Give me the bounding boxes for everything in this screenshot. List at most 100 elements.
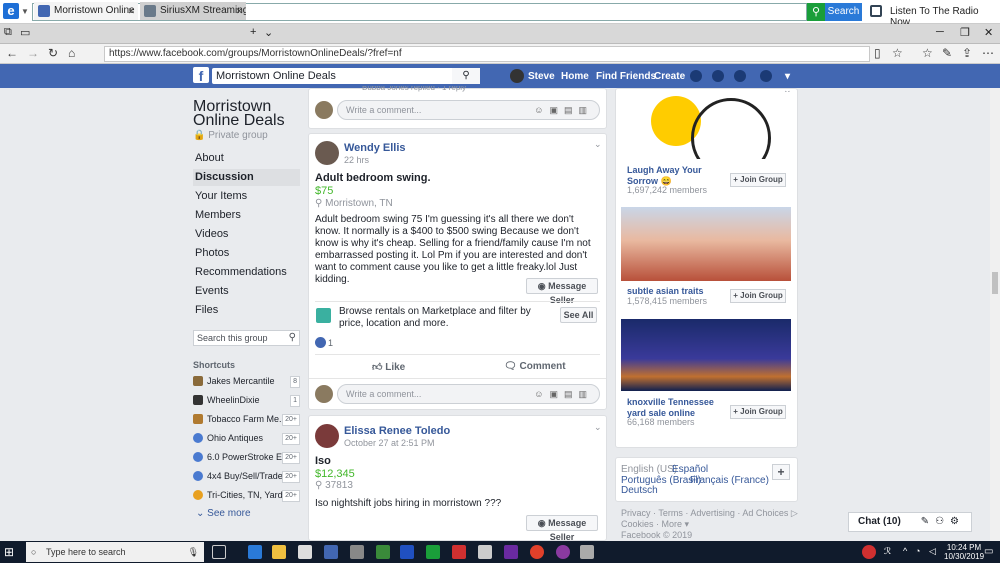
language-link[interactable]: Español <box>672 464 708 475</box>
close-icon[interactable]: ✕ <box>235 2 243 20</box>
post-options-chevron-icon[interactable]: ⌄ <box>594 422 602 433</box>
join-group-button[interactable]: + Join Group <box>730 405 786 419</box>
close-icon[interactable]: ✕ <box>127 2 135 20</box>
avatar[interactable] <box>315 101 333 119</box>
group-search-input[interactable]: Search this group ⚲ <box>193 330 300 346</box>
like-count[interactable]: 1 <box>328 338 333 348</box>
comment-tool-icons[interactable]: ☺▣▤▥ <box>534 385 593 403</box>
post-time[interactable]: October 27 at 2:51 PM <box>344 438 435 448</box>
refresh-icon[interactable]: ↻ <box>48 46 58 60</box>
shortcut-item[interactable]: Tobacco Farm Me... 20+ <box>193 411 300 427</box>
restore-icon[interactable]: ❐ <box>960 26 970 39</box>
facebook-icon[interactable] <box>324 545 338 559</box>
chat-bar[interactable]: Chat (10) ✎⚇⚙ <box>848 512 972 532</box>
sidebar-item-files[interactable]: Files <box>193 302 300 319</box>
task-view-icon[interactable] <box>212 545 226 559</box>
avatar[interactable] <box>315 424 339 448</box>
shortcut-item[interactable]: 6.0 PowerStroke E... 20+ <box>193 449 300 465</box>
group-name-link[interactable]: Laugh Away Your Sorrow 😄 <box>627 165 727 187</box>
edge-icon[interactable] <box>248 545 262 559</box>
language-link[interactable]: Deutsch <box>621 485 658 496</box>
shortcut-item[interactable]: 4x4 Buy/Sell/Trade ... 20+ <box>193 468 300 484</box>
language-link[interactable]: Français (France) <box>690 475 769 486</box>
radio-icon[interactable] <box>870 5 882 17</box>
ie-search-button[interactable]: Search <box>825 3 862 21</box>
share-icon[interactable]: ⇪ <box>962 46 972 60</box>
shortcut-item[interactable]: WheelinDixie 1 <box>193 392 300 408</box>
profile-link[interactable]: Steve <box>528 71 555 82</box>
sidebar-item-discussion[interactable]: Discussion <box>193 169 300 186</box>
facebook-search-input[interactable]: Morristown Online Deals <box>212 68 480 84</box>
yahoo-icon[interactable] <box>504 545 518 559</box>
taskbar-search-input[interactable]: ○ Type here to search 🎙︎ <box>26 542 204 562</box>
like-button[interactable]: 👍︎ Like <box>372 361 405 373</box>
microphone-icon[interactable]: 🎙︎ <box>188 542 199 562</box>
windows-start-icon[interactable]: ⊞ <box>4 545 18 559</box>
help-icon[interactable] <box>760 70 772 82</box>
shortcut-item[interactable]: Tri-Cities, TN, Yard ... 20+ <box>193 487 300 503</box>
taskbar-clock[interactable]: 10:24 PM 10/30/2019 <box>944 543 984 561</box>
home-link[interactable]: Home <box>561 71 589 82</box>
post-author[interactable]: Elissa Renee Toledo <box>344 425 450 437</box>
scrollbar-thumb[interactable] <box>992 272 998 294</box>
chrome-icon[interactable] <box>530 545 544 559</box>
favorites-icon[interactable]: ☆ <box>922 46 933 60</box>
tab-siriusxm[interactable]: SiriusXM Streaming: Mi✕ <box>140 2 246 20</box>
group-name-link[interactable]: knoxville Tennessee yard sale online <box>627 397 727 419</box>
chat-tool-icons[interactable]: ✎⚇⚙ <box>921 513 965 531</box>
group-thumbnail[interactable] <box>621 207 791 281</box>
home-icon[interactable]: ⌂ <box>68 46 75 60</box>
forward-icon[interactable]: → <box>27 46 39 60</box>
people-icon[interactable]: ℛ <box>884 546 891 557</box>
scrollbar[interactable] <box>990 88 1000 541</box>
sidebar-item-photos[interactable]: Photos <box>193 245 300 262</box>
messenger-icon[interactable] <box>712 70 724 82</box>
photos-icon[interactable] <box>350 545 364 559</box>
chevron-up-icon[interactable]: ^ <box>903 546 907 556</box>
search-icon[interactable]: ⚲ <box>452 68 480 84</box>
join-group-button[interactable]: + Join Group <box>730 173 786 187</box>
tray-app-icon[interactable] <box>862 545 876 559</box>
shortcut-item[interactable]: Ohio Antiques 20+ <box>193 430 300 446</box>
footer-links[interactable]: Privacy · Terms · Advertising · Ad Choic… <box>621 508 798 519</box>
volume-icon[interactable]: ◁ <box>929 546 936 557</box>
sidebar-item-about[interactable]: About <box>193 150 300 167</box>
notifications-icon[interactable]: ▭ <box>984 546 993 557</box>
window-close-icon[interactable]: ✕ <box>984 26 993 39</box>
account-menu-chevron-icon[interactable]: ▾ <box>785 71 790 82</box>
file-explorer-icon[interactable] <box>272 545 286 559</box>
sidebar-item-events[interactable]: Events <box>193 283 300 300</box>
url-field[interactable]: https://www.facebook.com/groups/Morristo… <box>104 46 870 62</box>
avatar[interactable] <box>510 69 524 83</box>
mail-icon[interactable] <box>298 545 312 559</box>
sidebar-item-videos[interactable]: Videos <box>193 226 300 243</box>
find-friends-link[interactable]: Find Friends <box>596 71 656 82</box>
reading-view-icon[interactable]: ▯ <box>874 46 881 60</box>
ie-logo-icon[interactable]: e <box>3 3 19 19</box>
app-icon[interactable] <box>556 545 570 559</box>
footer-links-more[interactable]: Cookies · More ▾ <box>621 519 689 530</box>
app-icon[interactable] <box>426 545 440 559</box>
comment-input[interactable]: Write a comment... ☺▣▤▥ <box>337 384 600 404</box>
tab-morristown[interactable]: Morristown Online Deal✕ <box>34 2 138 20</box>
app-icon[interactable] <box>376 545 390 559</box>
group-thumbnail[interactable] <box>621 92 791 159</box>
back-tabs-icon[interactable]: ▭ <box>20 26 30 39</box>
comment-tool-icons[interactable]: ☺▣▤▥ <box>534 101 593 119</box>
sidebar-item-recommendations[interactable]: Recommendations <box>193 264 300 281</box>
facebook-logo-icon[interactable]: f <box>193 67 209 84</box>
app-icon[interactable] <box>478 545 492 559</box>
sidebar-item-your-items[interactable]: Your Items <box>193 188 300 205</box>
chevron-down-icon[interactable]: ▼ <box>21 4 31 20</box>
comment-button[interactable]: 🗨︎ Comment <box>504 361 566 372</box>
app-icon[interactable] <box>452 545 466 559</box>
favorite-star-icon[interactable]: ☆ <box>892 46 903 60</box>
more-icon[interactable]: ⋯ <box>982 46 994 60</box>
group-title[interactable]: Morristown Online Deals <box>193 99 303 129</box>
minimize-icon[interactable]: ─ <box>936 26 944 38</box>
sidebar-item-members[interactable]: Members <box>193 207 300 224</box>
notifications-icon[interactable] <box>734 70 746 82</box>
post-author[interactable]: Wendy Ellis <box>344 142 406 154</box>
add-language-button[interactable]: + <box>772 464 790 480</box>
friend-requests-icon[interactable] <box>690 70 702 82</box>
